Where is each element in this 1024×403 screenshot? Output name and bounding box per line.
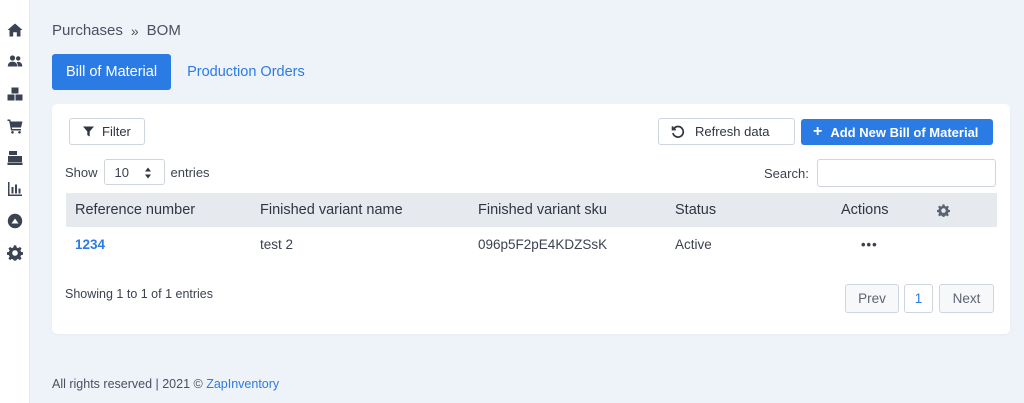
plus-icon: + — [813, 123, 823, 140]
users-icon[interactable] — [5, 51, 25, 71]
next-page-button[interactable]: Next — [939, 284, 994, 313]
chart-icon[interactable] — [5, 179, 25, 199]
bom-table: Reference number Finished variant name F… — [66, 193, 997, 261]
status-cell: Active — [675, 236, 712, 252]
variant-sku-cell: 096p5F2pE4KDZSsK — [478, 236, 608, 252]
table-info: Showing 1 to 1 of 1 entries — [65, 287, 214, 301]
breadcrumb-parent[interactable]: Purchases — [52, 22, 123, 39]
column-reference-number[interactable]: Reference number — [66, 202, 251, 218]
column-settings-button[interactable] — [937, 203, 997, 217]
search-input[interactable] — [816, 159, 996, 187]
search-row: Search: — [764, 159, 996, 187]
gear-icon — [937, 203, 950, 217]
footer-link[interactable]: ZapInventory — [206, 377, 279, 391]
entries-select-value: 10 — [114, 164, 129, 180]
cart-icon[interactable] — [5, 116, 25, 136]
sort-arrows-icon — [144, 167, 151, 179]
column-finished-variant-name[interactable]: Finished variant name — [251, 202, 469, 218]
tab-production-orders[interactable]: Production Orders — [173, 54, 319, 90]
column-actions: Actions — [841, 202, 889, 218]
reference-link[interactable]: 1234 — [75, 237, 105, 252]
bom-card: Filter Refresh data + Add New Bill of Ma… — [52, 104, 1010, 334]
search-label: Search: — [764, 165, 809, 181]
filter-label: Filter — [102, 124, 131, 139]
refresh-icon — [671, 125, 685, 138]
breadcrumb-current: BOM — [146, 22, 181, 39]
column-finished-variant-sku[interactable]: Finished variant sku — [469, 202, 666, 218]
sidebar — [0, 0, 30, 403]
add-bom-label: Add New Bill of Material — [830, 124, 979, 140]
breadcrumb: Purchases » BOM — [52, 22, 181, 39]
refresh-button[interactable]: Refresh data — [658, 118, 795, 145]
table-row: 1234 test 2 096p5F2pE4KDZSsK Active ••• — [66, 227, 997, 261]
entries-select[interactable]: 10 — [103, 159, 165, 185]
gear-icon[interactable] — [5, 243, 25, 263]
filter-button[interactable]: Filter — [69, 118, 145, 145]
entries-label: entries — [170, 164, 210, 180]
footer-text: All rights reserved | 2021 © — [52, 377, 207, 391]
refresh-label: Refresh data — [695, 124, 770, 139]
add-bom-button[interactable]: + Add New Bill of Material — [801, 119, 993, 145]
row-actions-menu[interactable]: ••• — [841, 237, 878, 252]
circle-up-icon[interactable] — [5, 211, 25, 231]
tab-bill-of-material[interactable]: Bill of Material — [52, 54, 172, 90]
variant-name-cell: test 2 — [260, 236, 294, 252]
entries-length: Show 10 entries — [65, 159, 210, 185]
breadcrumb-separator: » — [130, 22, 139, 39]
prev-page-button[interactable]: Prev — [845, 284, 899, 313]
column-status[interactable]: Status — [666, 202, 832, 218]
home-icon[interactable] — [5, 20, 25, 40]
tab-bar: Bill of Material Production Orders — [52, 54, 319, 90]
table-header: Reference number Finished variant name F… — [66, 193, 997, 227]
cash-register-icon[interactable] — [5, 148, 25, 168]
boxes-icon[interactable] — [5, 84, 25, 104]
filter-icon — [83, 126, 94, 137]
footer: All rights reserved | 2021 © ZapInventor… — [52, 377, 279, 391]
page-1-button[interactable]: 1 — [904, 284, 933, 313]
show-label: Show — [65, 164, 98, 180]
